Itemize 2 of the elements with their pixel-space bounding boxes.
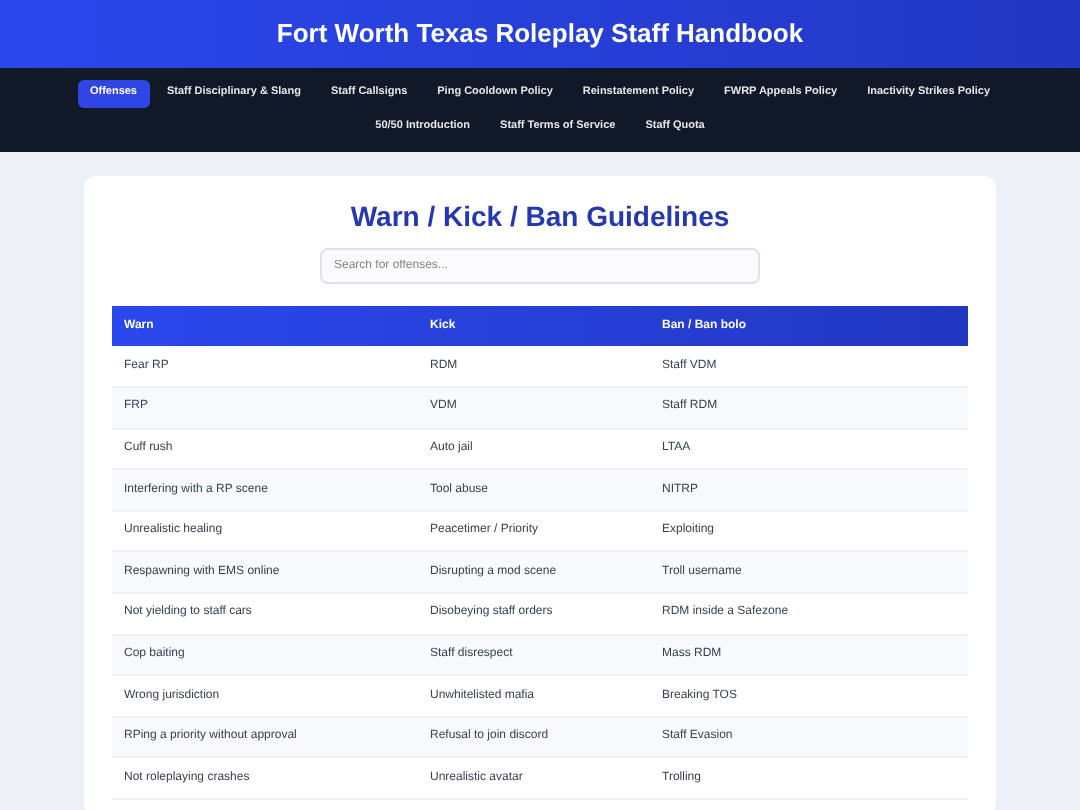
section-title: Warn / Kick / Ban Guidelines <box>348 198 732 236</box>
page-title: Fort Worth Texas Roleplay Staff Handbook <box>276 16 804 53</box>
